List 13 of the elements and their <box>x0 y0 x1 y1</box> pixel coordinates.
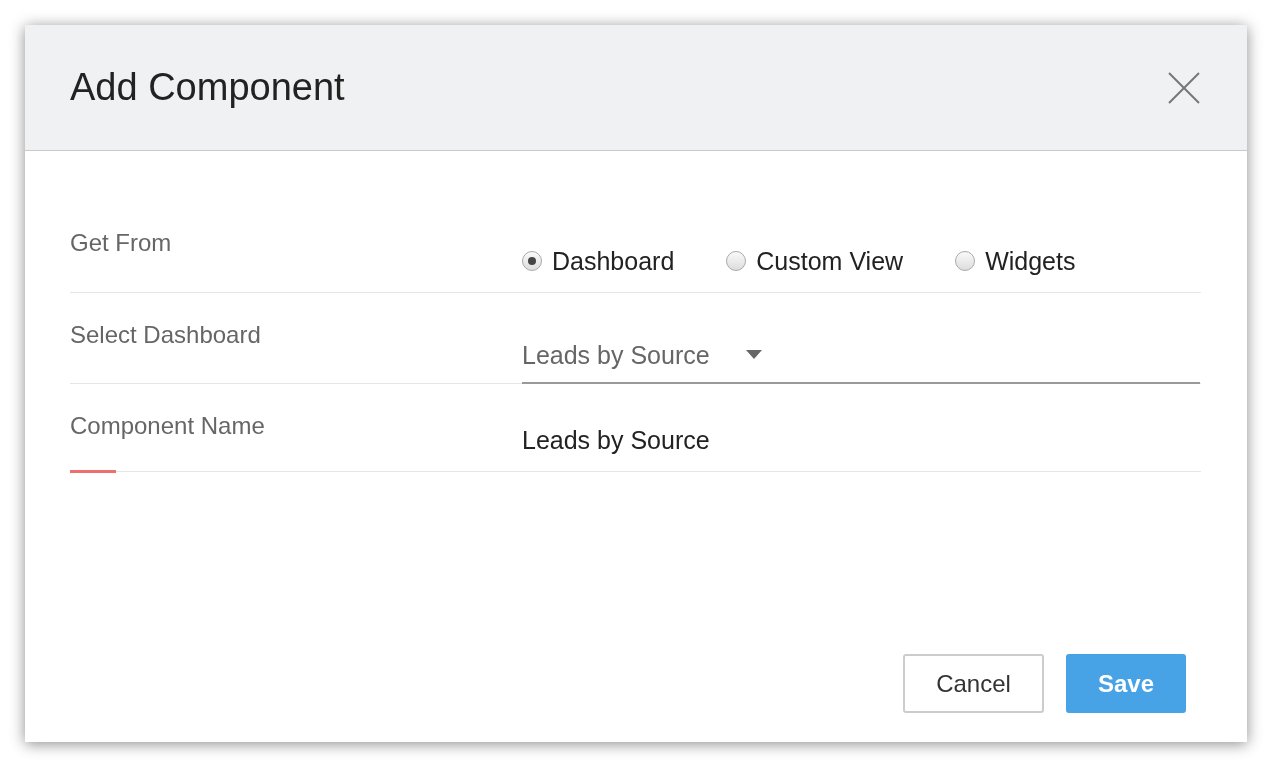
field-label: Select Dashboard <box>70 320 262 350</box>
field-label: Get From <box>70 228 173 258</box>
caret-icon <box>745 350 762 361</box>
cancel-button[interactable]: Cancel <box>903 654 1044 713</box>
dropdown-field[interactable]: Leads by Source <box>522 336 1200 384</box>
radio-option[interactable]: Custom View <box>726 242 904 280</box>
radio-option[interactable]: Dashboard <box>522 242 675 280</box>
dialog-title: Add Component <box>70 64 345 110</box>
close-button[interactable] <box>1166 69 1202 106</box>
field-label: Component Name <box>70 411 266 441</box>
text-field[interactable]: Leads by Source <box>522 421 1201 459</box>
radio-option[interactable]: Widgets <box>955 242 1076 280</box>
close-icon <box>1168 71 1200 104</box>
